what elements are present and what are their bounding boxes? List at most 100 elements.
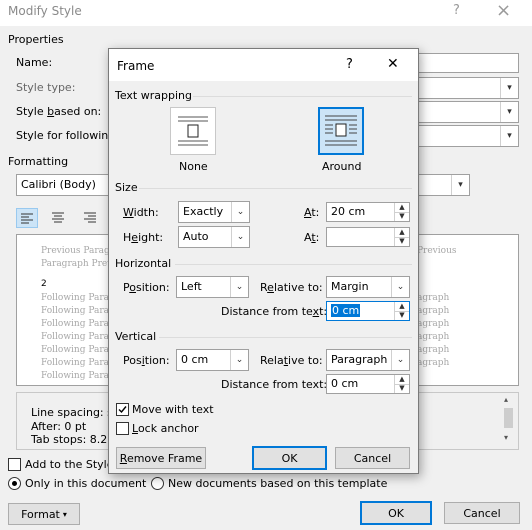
wrap-none-label: None	[179, 160, 208, 173]
new-docs-radio[interactable]	[151, 477, 164, 490]
chevron-down-icon: ▾	[500, 126, 518, 146]
size-divider	[139, 188, 412, 189]
scroll-up-arrow[interactable]: ▴	[504, 395, 508, 404]
preview-previous-text: Previous	[417, 246, 457, 256]
v-distance-value: 0 cm	[331, 377, 359, 390]
horizontal-divider	[175, 264, 412, 265]
chevron-down-icon: ▾	[451, 175, 469, 195]
frame-ok-button[interactable]: OK	[252, 446, 327, 470]
style-based-on-label: Style based on:	[16, 105, 102, 118]
style-following-label: Style for following	[16, 129, 116, 142]
modify-style-cancel-label: Cancel	[463, 506, 501, 520]
v-distance-spinner[interactable]: 0 cm ▲ ▼	[326, 374, 410, 394]
chevron-down-icon: ⌄	[231, 202, 249, 222]
h-position-select[interactable]: Left ⌄	[176, 276, 249, 298]
frame-close-icon[interactable]: ✕	[387, 56, 399, 72]
frame-help-icon[interactable]: ?	[346, 57, 353, 72]
radio-dot	[12, 481, 17, 486]
frame-ok-label: OK	[281, 451, 298, 465]
format-button-label: Format	[21, 507, 60, 521]
preview-number: 2	[41, 279, 47, 289]
modify-style-ok-button[interactable]: OK	[360, 501, 432, 525]
style-based-on-select[interactable]: ▾	[415, 101, 519, 123]
spinner-buttons[interactable]: ▲ ▼	[394, 375, 409, 393]
style-type-select[interactable]: ▾	[415, 77, 519, 99]
height-at-spinner[interactable]: ▲ ▼	[326, 227, 410, 247]
name-input[interactable]	[415, 53, 519, 73]
frame-title: Frame	[117, 59, 155, 73]
text-wrapping-divider	[193, 96, 412, 97]
preview-following-text: agraph	[417, 306, 450, 316]
lock-anchor-checkbox[interactable]	[116, 422, 129, 435]
spin-down-icon[interactable]: ▼	[395, 212, 409, 221]
frame-dialog: Frame ? ✕ Text wrapping None Around Size…	[108, 48, 419, 474]
align-left-button[interactable]	[16, 208, 38, 228]
h-relative-select[interactable]: Margin ⌄	[326, 276, 410, 298]
spinner-buttons[interactable]: ▲ ▼	[394, 203, 409, 221]
v-position-select[interactable]: 0 cm ⌄	[176, 349, 249, 371]
width-at-value: 20 cm	[331, 205, 366, 218]
wrap-none-option[interactable]	[170, 107, 216, 155]
style-following-select[interactable]: ▾	[415, 125, 519, 147]
preview-following-text: agraph	[417, 319, 450, 329]
add-to-styles-checkbox[interactable]	[8, 458, 21, 471]
width-label: Width:	[123, 206, 159, 219]
modify-style-cancel-button[interactable]: Cancel	[444, 502, 520, 524]
chevron-down-icon: ⌄	[231, 227, 249, 247]
desc-tab-stops: Tab stops: 8.25	[31, 433, 115, 446]
align-right-icon	[84, 212, 96, 223]
scroll-down-arrow[interactable]: ▾	[504, 433, 508, 442]
h-relative-value: Margin	[331, 280, 369, 293]
v-relative-value: Paragraph	[331, 353, 388, 366]
format-button[interactable]: Format ▾	[8, 503, 80, 525]
caret-down-icon: ▾	[62, 509, 67, 519]
checkmark-icon	[118, 406, 127, 414]
frame-titlebar	[109, 49, 418, 81]
height-at-label: At:	[304, 231, 320, 244]
size-heading: Size	[115, 181, 138, 194]
scroll-thumb[interactable]	[504, 408, 513, 428]
v-relative-label: Relative to:	[260, 354, 323, 367]
spinner-buttons[interactable]: ▲ ▼	[394, 228, 409, 246]
align-center-button[interactable]	[48, 208, 70, 228]
height-rule-value: Auto	[183, 230, 209, 243]
v-distance-label: Distance from text:	[221, 378, 328, 391]
spin-down-icon[interactable]: ▼	[395, 311, 409, 320]
only-this-doc-radio[interactable]	[8, 477, 21, 490]
style-type-label: Style type:	[16, 81, 76, 94]
add-to-styles-label: Add to the Styles	[25, 458, 120, 471]
wrap-around-option[interactable]	[318, 107, 364, 155]
spin-down-icon[interactable]: ▼	[395, 384, 409, 393]
h-distance-value[interactable]: 0 cm	[331, 304, 361, 317]
description-scrollbar[interactable]: ▴ ▾	[502, 395, 516, 447]
width-at-spinner[interactable]: 20 cm ▲ ▼	[326, 202, 410, 222]
wrap-none-icon	[178, 116, 208, 146]
preview-following-text: agraph	[417, 358, 450, 368]
chevron-down-icon: ⌄	[230, 350, 248, 370]
h-distance-spinner[interactable]: 0 cm ▲ ▼	[326, 301, 410, 321]
frame-cancel-button[interactable]: Cancel	[335, 447, 410, 469]
chevron-down-icon: ⌄	[230, 277, 248, 297]
align-left-icon	[21, 213, 33, 224]
frame-cancel-label: Cancel	[353, 451, 392, 465]
move-with-text-checkbox[interactable]	[116, 403, 129, 416]
new-docs-label: New documents based on this template	[168, 477, 388, 490]
modify-style-close-icon[interactable]: ×	[496, 0, 511, 21]
v-position-label: Position:	[123, 354, 170, 367]
horizontal-heading: Horizontal	[115, 257, 172, 270]
desc-after: After: 0 pt	[31, 420, 87, 433]
spinner-buttons[interactable]: ▲ ▼	[394, 302, 409, 320]
font-value: Calibri (Body)	[21, 178, 96, 191]
chevron-down-icon: ⌄	[391, 350, 409, 370]
remove-frame-button[interactable]: Remove Frame	[116, 447, 206, 469]
modify-style-help-icon[interactable]: ?	[453, 3, 460, 18]
preview-following-text: agraph	[417, 345, 450, 355]
vertical-divider	[159, 337, 412, 338]
v-relative-select[interactable]: Paragraph ⌄	[326, 349, 410, 371]
chevron-down-icon: ⌄	[391, 277, 409, 297]
align-right-button[interactable]	[80, 208, 102, 228]
width-rule-select[interactable]: Exactly ⌄	[178, 201, 250, 223]
height-rule-select[interactable]: Auto ⌄	[178, 226, 250, 248]
spin-down-icon[interactable]: ▼	[395, 237, 409, 246]
remove-frame-label: Remove Frame	[119, 451, 203, 465]
